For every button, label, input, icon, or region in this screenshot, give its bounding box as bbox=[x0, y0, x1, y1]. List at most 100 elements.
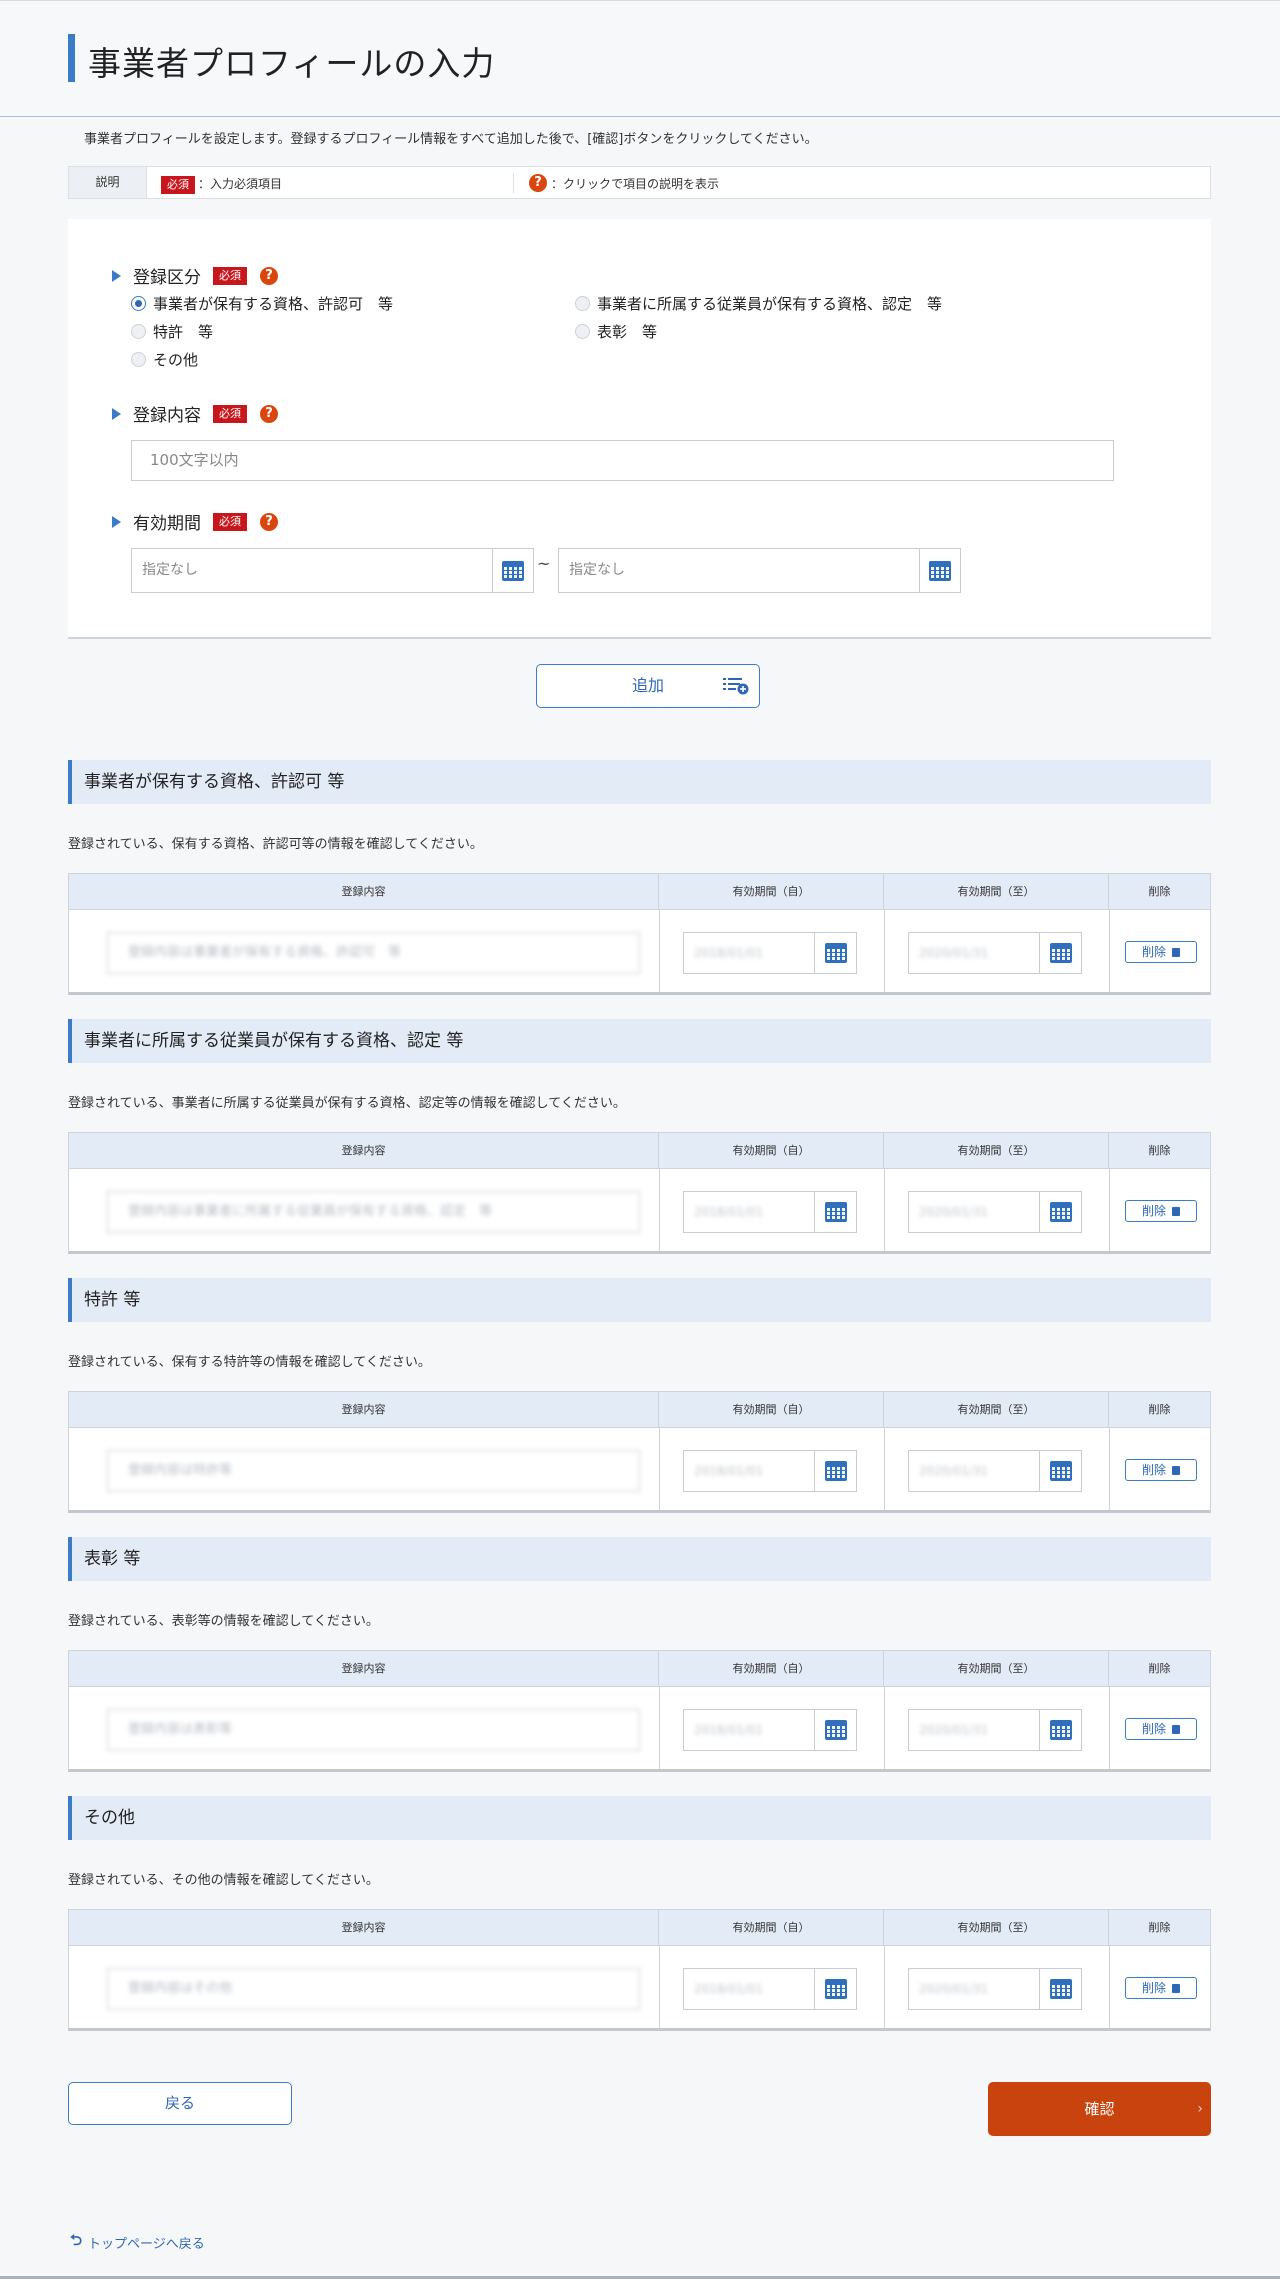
radio-label: 表彰 等 bbox=[597, 323, 658, 341]
date-value: 2020/01/31 bbox=[919, 1205, 989, 1219]
radio-label: 事業者に所属する従業員が保有する資格、認定 等 bbox=[597, 295, 943, 313]
divider bbox=[1109, 1946, 1110, 2028]
col-delete: 削除 bbox=[1148, 1403, 1171, 1416]
radio-option-patent[interactable]: 特許 等 bbox=[131, 321, 213, 342]
calendar-button[interactable] bbox=[492, 549, 533, 592]
help-icon[interactable]: ? bbox=[260, 266, 278, 285]
delete-button[interactable]: 削除 bbox=[1125, 1459, 1197, 1481]
period-from-input[interactable]: 指定なし bbox=[131, 548, 534, 593]
delete-button[interactable]: 削除 bbox=[1125, 1718, 1197, 1740]
legend-divider bbox=[513, 173, 514, 193]
radio-unchecked-icon bbox=[131, 352, 146, 367]
row-to-input[interactable]: 2020/01/31 bbox=[908, 932, 1082, 974]
row-from-input[interactable]: 2018/01/01 bbox=[683, 1450, 857, 1492]
row-to-input[interactable]: 2020/01/31 bbox=[908, 1191, 1082, 1233]
calendar-button[interactable] bbox=[919, 549, 960, 592]
section-title: その他 bbox=[68, 1796, 1211, 1840]
required-badge: 必須 bbox=[161, 176, 195, 194]
field-content-label: 登録内容 bbox=[133, 406, 201, 426]
top-page-link[interactable]: ⮌ トップページへ戻る bbox=[70, 2230, 205, 2255]
divider bbox=[1109, 910, 1110, 992]
col-delete: 削除 bbox=[1148, 1144, 1171, 1157]
divider bbox=[884, 1687, 885, 1769]
col-delete: 削除 bbox=[1148, 1921, 1171, 1934]
row-from-input[interactable]: 2018/01/01 bbox=[683, 932, 857, 974]
divider bbox=[884, 1946, 885, 2028]
radio-label: 事業者が保有する資格、許認可 等 bbox=[153, 295, 394, 313]
help-icon[interactable]: ? bbox=[260, 512, 278, 531]
divider bbox=[884, 1428, 885, 1510]
legend-bar: 説明 必須 ：入力必須項目 ? ：クリックで項目の説明を表示 bbox=[68, 166, 1211, 199]
radio-option-award[interactable]: 表彰 等 bbox=[575, 321, 657, 342]
required-badge: 必須 bbox=[213, 266, 247, 285]
divider bbox=[1109, 1687, 1110, 1769]
date-value: 2020/01/31 bbox=[919, 1723, 989, 1737]
calendar-icon bbox=[824, 1979, 847, 1999]
calendar-button[interactable] bbox=[814, 1192, 856, 1232]
col-from: 有効期間（自） bbox=[659, 1392, 884, 1428]
calendar-button[interactable] bbox=[1039, 1192, 1081, 1232]
radio-option-other[interactable]: その他 bbox=[131, 349, 198, 370]
table-header: 登録内容 有効期間（自） 有効期間（至） 削除 bbox=[69, 874, 1210, 910]
page: 事業者プロフィールの入力 事業者プロフィールを設定します。登録するプロフィール情… bbox=[0, 0, 1280, 2279]
row-content-input[interactable]: 登録内容はその他 bbox=[107, 1968, 640, 2010]
row-from-input[interactable]: 2018/01/01 bbox=[683, 1709, 857, 1751]
delete-label: 削除 bbox=[1141, 1463, 1166, 1477]
row-from-input[interactable]: 2018/01/01 bbox=[683, 1191, 857, 1233]
calendar-button[interactable] bbox=[1039, 1710, 1081, 1750]
radio-unchecked-icon bbox=[575, 324, 590, 339]
date-placeholder: 指定なし bbox=[569, 562, 625, 578]
section-title: 特許 等 bbox=[68, 1278, 1211, 1322]
return-arrow-icon: ⮌ bbox=[70, 2231, 83, 2249]
row-content-input[interactable]: 登録内容は特許等 bbox=[107, 1450, 640, 1492]
delete-button[interactable]: 削除 bbox=[1125, 1977, 1197, 1999]
col-delete: 削除 bbox=[1148, 885, 1171, 898]
calendar-icon bbox=[1049, 1720, 1072, 1740]
calendar-button[interactable] bbox=[814, 1451, 856, 1491]
add-button[interactable]: 追加 bbox=[536, 664, 760, 708]
calendar-button[interactable] bbox=[1039, 933, 1081, 973]
legend-label: 説明 bbox=[69, 167, 147, 198]
calendar-button[interactable] bbox=[814, 1969, 856, 2009]
content-input[interactable]: 100文字以内 bbox=[131, 440, 1114, 481]
confirm-button[interactable]: 確認 › bbox=[988, 2082, 1211, 2136]
col-content: 登録内容 bbox=[69, 1392, 659, 1428]
row-to-input[interactable]: 2020/01/31 bbox=[908, 1450, 1082, 1492]
back-button[interactable]: 戻る bbox=[68, 2082, 292, 2125]
radio-option-license[interactable]: 事業者が保有する資格、許認可 等 bbox=[131, 293, 393, 314]
row-to-input[interactable]: 2020/01/31 bbox=[908, 1709, 1082, 1751]
row-from-input[interactable]: 2018/01/01 bbox=[683, 1968, 857, 2010]
calendar-button[interactable] bbox=[1039, 1969, 1081, 2009]
calendar-button[interactable] bbox=[814, 933, 856, 973]
row-content-input[interactable]: 登録内容は事業者に所属する従業員が保有する資格、認定 等 bbox=[107, 1191, 640, 1233]
period-to-input[interactable]: 指定なし bbox=[558, 548, 961, 593]
radio-option-employee[interactable]: 事業者に所属する従業員が保有する資格、認定 等 bbox=[575, 293, 942, 314]
section-description: 登録されている、その他の情報を確認してください。 bbox=[68, 1873, 379, 1888]
calendar-icon bbox=[1049, 1461, 1072, 1481]
help-icon: ? bbox=[529, 174, 547, 192]
page-header: 事業者プロフィールの入力 bbox=[0, 0, 1280, 117]
delete-button[interactable]: 削除 bbox=[1125, 1200, 1197, 1222]
delete-button[interactable]: 削除 bbox=[1125, 941, 1197, 963]
calendar-icon bbox=[824, 943, 847, 963]
page-title: 事業者プロフィールの入力 bbox=[88, 44, 496, 83]
col-from: 有効期間（自） bbox=[659, 874, 884, 910]
radio-unchecked-icon bbox=[575, 296, 590, 311]
section-title: 表彰 等 bbox=[68, 1537, 1211, 1581]
calendar-button[interactable] bbox=[1039, 1451, 1081, 1491]
radio-label: 特許 等 bbox=[153, 323, 214, 341]
legend-required: 必須 ：入力必須項目 bbox=[161, 175, 282, 194]
row-content-input[interactable]: 登録内容は表彰等 bbox=[107, 1709, 640, 1751]
calendar-button[interactable] bbox=[814, 1710, 856, 1750]
trash-icon bbox=[1172, 1984, 1180, 1993]
field-period-title: 有効期間 必須 ? bbox=[112, 509, 278, 534]
row-content-input[interactable]: 登録内容は事業者が保有する資格、許認可 等 bbox=[107, 932, 640, 974]
table-header: 登録内容 有効期間（自） 有効期間（至） 削除 bbox=[69, 1910, 1210, 1946]
table-header: 登録内容 有効期間（自） 有効期間（至） 削除 bbox=[69, 1133, 1210, 1169]
help-icon[interactable]: ? bbox=[260, 404, 278, 423]
row-to-input[interactable]: 2020/01/31 bbox=[908, 1968, 1082, 2010]
radio-label: その他 bbox=[153, 351, 199, 369]
add-button-label: 追加 bbox=[631, 676, 664, 695]
divider bbox=[659, 1946, 660, 2028]
date-value: 2018/01/01 bbox=[694, 1464, 764, 1478]
